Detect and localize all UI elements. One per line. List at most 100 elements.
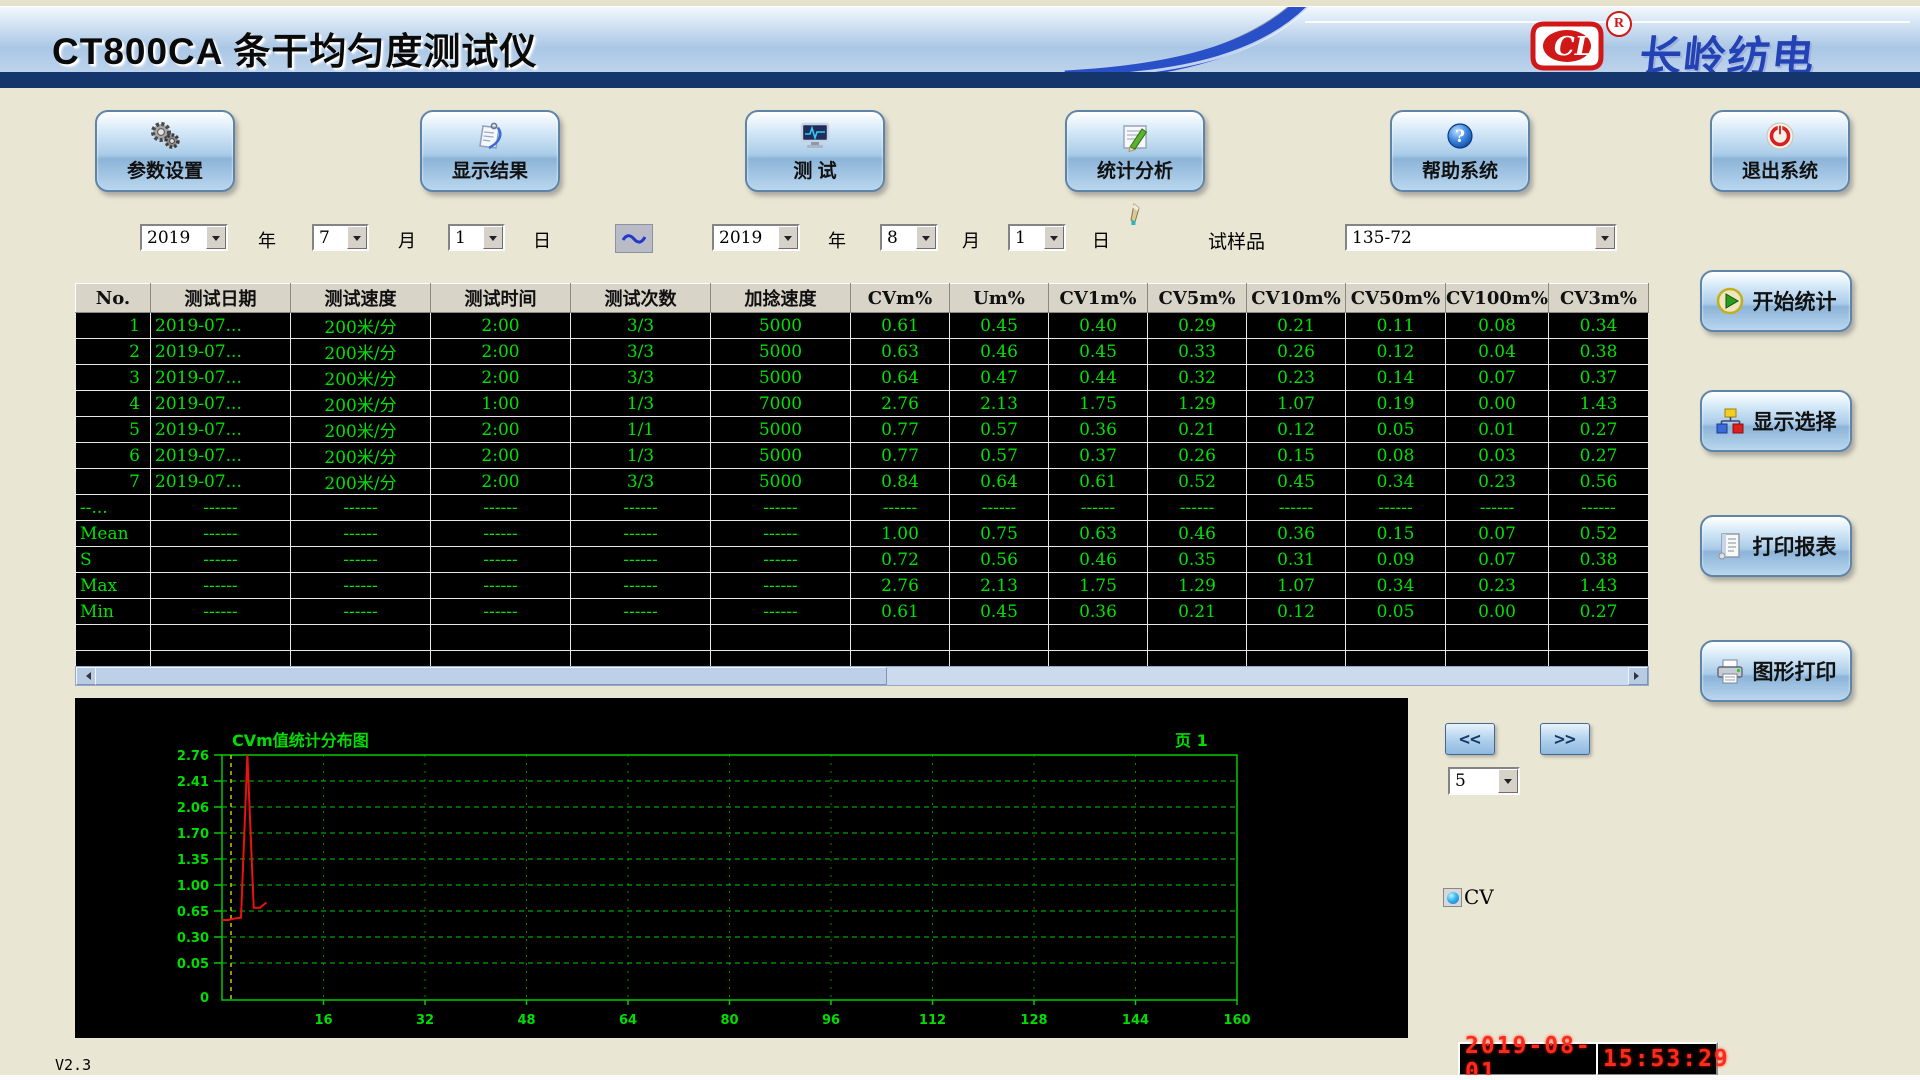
start-year-select[interactable]: 2019 [140, 224, 228, 251]
dropdown-arrow-icon[interactable] [1595, 226, 1615, 249]
start-day-select[interactable]: 1 [448, 224, 505, 251]
start-year-label: 年 [258, 227, 276, 253]
column-header: 测试时间 [431, 284, 571, 313]
page-next-button[interactable]: >> [1540, 723, 1590, 755]
end-month-select[interactable]: 8 [880, 224, 938, 251]
header-bottom-bar [0, 72, 1920, 88]
table-cell: 2.76 [851, 391, 950, 417]
table-cell: --... [76, 495, 151, 521]
dropdown-arrow-icon[interactable] [1044, 226, 1064, 249]
end-year-select[interactable]: 2019 [712, 224, 800, 251]
table-cell: ------ [291, 599, 431, 625]
page-prev-button[interactable]: << [1445, 723, 1495, 755]
app-window: CT800CA 条干均匀度测试仪 CL R 长岭纺电 参数设置 [0, 0, 1920, 1080]
table-row[interactable]: Max------------------------------2.762.1… [76, 573, 1649, 599]
table-row[interactable]: 62019-07...200米/分2:001/350000.770.570.37… [76, 443, 1649, 469]
table-row[interactable]: Min------------------------------0.610.4… [76, 599, 1649, 625]
page-size-select[interactable]: 5 [1448, 767, 1520, 795]
table-cell: 0.36 [1049, 599, 1148, 625]
table-row[interactable]: 12019-07...200米/分2:003/350000.610.450.40… [76, 313, 1649, 339]
show-results-button[interactable]: 显示结果 [420, 110, 560, 192]
table-row[interactable]: --...-----------------------------------… [76, 495, 1649, 521]
end-day-select[interactable]: 1 [1008, 224, 1066, 251]
table-cell: ------ [571, 599, 711, 625]
table-cell: 0.45 [950, 313, 1049, 339]
table-cell: 0.37 [1049, 443, 1148, 469]
table-row[interactable]: S------------------------------0.720.560… [76, 547, 1649, 573]
table-cell: 0.34 [1549, 313, 1649, 339]
table-cell: 0.19 [1346, 391, 1446, 417]
dropdown-arrow-icon[interactable] [347, 226, 367, 249]
table-cell: 0.32 [1148, 365, 1247, 391]
svg-text:0.65: 0.65 [177, 905, 209, 920]
exit-button[interactable]: 退出系统 [1710, 110, 1850, 192]
dropdown-arrow-icon[interactable] [1498, 769, 1518, 793]
dropdown-arrow-icon[interactable] [483, 226, 503, 249]
table-row[interactable]: 72019-07...200米/分2:003/350000.840.640.61… [76, 469, 1649, 495]
table-cell: 0.46 [1049, 547, 1148, 573]
test-button[interactable]: 测 试 [745, 110, 885, 192]
dropdown-arrow-icon[interactable] [916, 226, 936, 249]
scroll-right-icon[interactable] [1628, 667, 1648, 685]
end-month-label: 月 [962, 227, 980, 253]
statistics-button[interactable]: 统计分析 [1065, 110, 1205, 192]
table-cell: 2.13 [950, 391, 1049, 417]
table-cell [1346, 625, 1446, 651]
svg-text:112: 112 [919, 1013, 946, 1028]
help-label: 帮助系统 [1422, 156, 1498, 183]
table-cell: 0.21 [1247, 313, 1346, 339]
dropdown-arrow-icon[interactable] [206, 226, 226, 249]
table-row[interactable]: Mean------------------------------1.000.… [76, 521, 1649, 547]
wave-icon [621, 232, 647, 246]
scroll-left-icon[interactable] [76, 667, 96, 685]
print-report-button[interactable]: 打印报表 [1700, 515, 1852, 577]
table-row[interactable]: 52019-07...200米/分2:001/150000.770.570.36… [76, 417, 1649, 443]
sample-select[interactable]: 135-72 [1345, 224, 1617, 251]
help-button[interactable]: ? 帮助系统 [1390, 110, 1530, 192]
settings-button[interactable]: 参数设置 [95, 110, 235, 192]
empty-row[interactable] [76, 625, 1649, 651]
table-cell [1049, 625, 1148, 651]
table-cell: S [76, 547, 151, 573]
dropdown-arrow-icon[interactable] [778, 226, 798, 249]
table-cell: 0.57 [950, 443, 1049, 469]
start-year-value: 2019 [147, 228, 190, 248]
scrollbar-thumb[interactable] [95, 667, 887, 685]
table-cell: 2:00 [431, 339, 571, 365]
print-graph-button[interactable]: 图形打印 [1700, 640, 1852, 702]
table-cell: 0.56 [1549, 469, 1649, 495]
cv-checkbox[interactable] [1443, 888, 1462, 907]
table-cell: ------ [950, 495, 1049, 521]
table-cell: 0.61 [851, 313, 950, 339]
table-cell: 0.07 [1446, 547, 1549, 573]
start-month-select[interactable]: 7 [312, 224, 369, 251]
table-cell: 0.09 [1346, 547, 1446, 573]
registered-mark: R [1606, 11, 1632, 37]
table-row[interactable]: 22019-07...200米/分2:003/350000.630.460.45… [76, 339, 1649, 365]
power-icon [1763, 120, 1797, 152]
svg-text:0.05: 0.05 [177, 957, 209, 972]
display-select-button[interactable]: 显示选择 [1700, 390, 1852, 452]
svg-text:页 1: 页 1 [1175, 731, 1208, 750]
table-cell: 200米/分 [291, 417, 431, 443]
table-horizontal-scrollbar[interactable] [75, 666, 1649, 686]
table-row[interactable]: 32019-07...200米/分2:003/350000.640.470.44… [76, 365, 1649, 391]
table-cell: 3 [76, 365, 151, 391]
table-cell: 0.04 [1446, 339, 1549, 365]
table-cell: 0.00 [1446, 599, 1549, 625]
table-cell: 5000 [711, 313, 851, 339]
test-label: 测 试 [793, 156, 836, 183]
table-cell: 0.64 [851, 365, 950, 391]
play-icon [1716, 287, 1744, 315]
table-row[interactable]: 42019-07...200米/分1:001/370002.762.131.75… [76, 391, 1649, 417]
bottom-edge [0, 1075, 1920, 1080]
table-cell: 5000 [711, 339, 851, 365]
table-cell: 0.01 [1446, 417, 1549, 443]
table-cell [151, 625, 291, 651]
table-cell: 2.76 [851, 573, 950, 599]
table-cell: 0.26 [1247, 339, 1346, 365]
table-cell [431, 625, 571, 651]
table-cell: 0.36 [1247, 521, 1346, 547]
table-cell: 0.31 [1247, 547, 1346, 573]
start-statistics-button[interactable]: 开始统计 [1700, 270, 1852, 332]
